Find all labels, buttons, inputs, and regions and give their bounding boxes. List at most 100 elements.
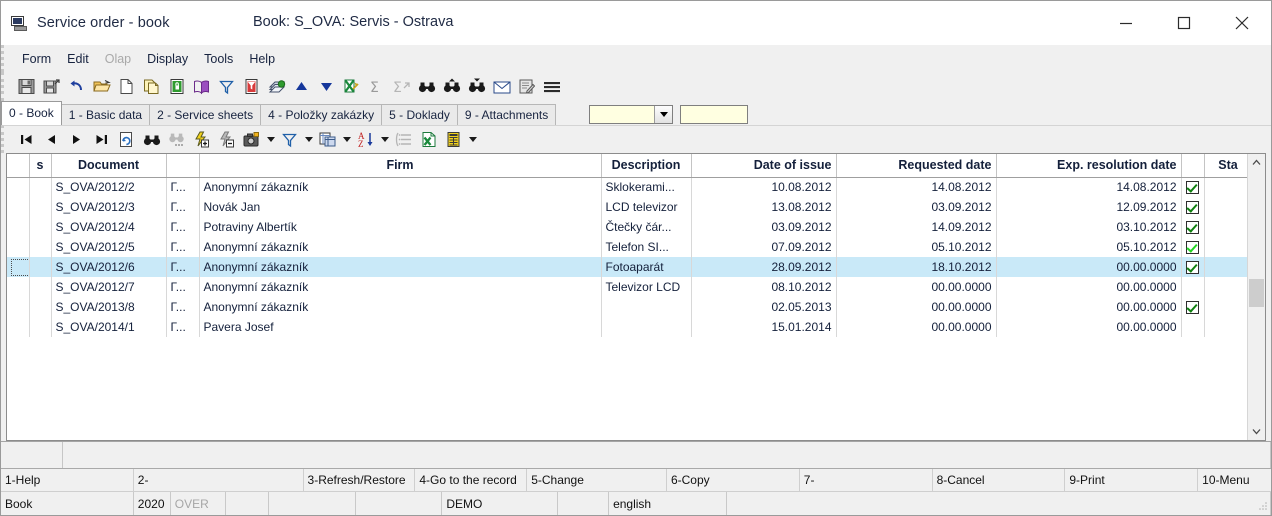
export-excel-icon[interactable] xyxy=(416,128,441,152)
column-header-description[interactable]: Description xyxy=(601,154,692,178)
snapshot-dropdown-arrow-icon[interactable] xyxy=(264,128,277,152)
function-key-2[interactable]: 2- xyxy=(134,469,304,491)
find-up-icon[interactable] xyxy=(439,75,464,99)
filter-icon[interactable] xyxy=(214,75,239,99)
tab-0-book[interactable]: 0 - Book xyxy=(1,101,62,125)
menu-lines-icon[interactable] xyxy=(539,75,564,99)
checkmark-icon[interactable] xyxy=(1186,261,1199,275)
table-row[interactable]: S_OVA/2012/6 Γ... Anonymní zákazník Fotoapa… xyxy=(7,257,1247,277)
tab-9-attachments[interactable]: 9 - Attachments xyxy=(456,104,557,125)
filter-combo[interactable] xyxy=(589,105,674,124)
table-row[interactable]: S_OVA/2013/8 Γ... Anonymní zákazník 02.05.2… xyxy=(7,297,1247,317)
sum-sigma-icon[interactable]: Σ xyxy=(364,75,389,99)
menu-item-edit[interactable]: Edit xyxy=(59,49,97,69)
checkmark-icon[interactable] xyxy=(1186,301,1199,315)
scroll-down-icon[interactable] xyxy=(1248,423,1265,440)
print-preview-icon[interactable] xyxy=(264,75,289,99)
checkmark-icon[interactable] xyxy=(1186,181,1199,195)
function-key-4-go-to-the-record[interactable]: 4-Go to the record xyxy=(415,469,528,491)
sort-az-icon[interactable]: A Z xyxy=(353,128,378,152)
menu-item-display[interactable]: Display xyxy=(139,49,196,69)
tab-4-polozky-zakazky[interactable]: 4 - Položky zakázky xyxy=(260,104,383,125)
find-next-icon[interactable] xyxy=(164,128,189,152)
mail-icon[interactable] xyxy=(489,75,514,99)
find-icon[interactable] xyxy=(139,128,164,152)
column-header-marker[interactable] xyxy=(7,154,30,178)
function-key-6-copy[interactable]: 6-Copy xyxy=(667,469,800,491)
table-row[interactable]: S_OVA/2014/1 Γ... Pavera Josef 15.01.2014 00… xyxy=(7,317,1247,337)
group-list-icon[interactable] xyxy=(391,128,416,152)
checkmark-icon[interactable] xyxy=(1186,201,1199,215)
filter-text-input[interactable] xyxy=(680,105,749,124)
delete-record-icon[interactable] xyxy=(214,128,239,152)
snapshot-icon[interactable] xyxy=(239,128,264,152)
filter-icon[interactable] xyxy=(277,128,302,152)
notes-icon[interactable] xyxy=(514,75,539,99)
menu-item-form[interactable]: Form xyxy=(14,49,59,69)
sum-filtered-icon[interactable]: Σ xyxy=(389,75,414,99)
checkmark-icon[interactable] xyxy=(1186,241,1199,255)
filter-dropdown-arrow-icon[interactable] xyxy=(302,128,315,152)
report-icon[interactable] xyxy=(441,128,466,152)
save-icon[interactable] xyxy=(14,75,39,99)
export-excel-icon[interactable] xyxy=(339,75,364,99)
open-folder-icon[interactable] xyxy=(89,75,114,99)
vertical-scrollbar[interactable] xyxy=(1247,154,1265,440)
column-header-date_of_issue[interactable]: Date of issue xyxy=(691,154,837,178)
sort-dropdown-arrow-icon[interactable] xyxy=(378,128,391,152)
function-key-3-refresh-restore[interactable]: 3-Refresh/Restore xyxy=(304,469,416,491)
filter-document-icon[interactable] xyxy=(239,75,264,99)
scroll-up-icon[interactable] xyxy=(1248,154,1265,171)
move-up-icon[interactable] xyxy=(289,75,314,99)
save-as-icon[interactable] xyxy=(39,75,64,99)
find-icon[interactable] xyxy=(414,75,439,99)
lock-icon[interactable] xyxy=(164,75,189,99)
tab-2-service-sheets[interactable]: 2 - Service sheets xyxy=(149,104,262,125)
table-row[interactable]: S_OVA/2012/3 Γ... Novák Jan LCD televizor 13… xyxy=(7,197,1247,217)
column-header-flag[interactable] xyxy=(166,154,200,178)
close-icon[interactable] xyxy=(1213,1,1271,45)
function-key-10-menu[interactable]: 10-Menu xyxy=(1198,469,1271,491)
tab-5-doklady[interactable]: 5 - Doklady xyxy=(381,104,458,125)
scrollbar-track[interactable] xyxy=(1248,171,1265,423)
find-down-icon[interactable] xyxy=(464,75,489,99)
table-row[interactable]: S_OVA/2012/7 Γ... Anonymní zákazník Televiz… xyxy=(7,277,1247,297)
last-record-icon[interactable] xyxy=(89,128,114,152)
move-down-icon[interactable] xyxy=(314,75,339,99)
maximize-icon[interactable] xyxy=(1155,1,1213,45)
column-header-exp_resolution_date[interactable]: Exp. resolution date xyxy=(996,154,1182,178)
table-row[interactable]: S_OVA/2012/5 Γ... Anonymní zákazník Telefon… xyxy=(7,237,1247,257)
column-header-check[interactable] xyxy=(1181,154,1205,178)
chevron-down-icon[interactable] xyxy=(654,106,673,123)
first-record-icon[interactable] xyxy=(14,128,39,152)
tab-1-basic-data[interactable]: 1 - Basic data xyxy=(60,104,151,125)
refresh-icon[interactable] xyxy=(114,128,139,152)
previous-record-icon[interactable] xyxy=(39,128,64,152)
undo-icon[interactable] xyxy=(64,75,89,99)
add-record-icon[interactable] xyxy=(189,128,214,152)
scrollbar-thumb[interactable] xyxy=(1249,279,1264,307)
table-row[interactable]: S_OVA/2012/4 Γ... Potraviny Albertík Čtečky… xyxy=(7,217,1247,237)
new-document-icon[interactable] xyxy=(114,75,139,99)
resize-grip[interactable] xyxy=(1256,500,1268,512)
menu-item-tools[interactable]: Tools xyxy=(196,49,241,69)
next-record-icon[interactable] xyxy=(64,128,89,152)
copy-pages-icon[interactable] xyxy=(139,75,164,99)
column-header-s[interactable]: s xyxy=(29,154,52,178)
column-header-status[interactable]: Sta xyxy=(1204,154,1247,178)
column-settings-dropdown-arrow-icon[interactable] xyxy=(340,128,353,152)
function-key-1-help[interactable]: 1-Help xyxy=(1,469,134,491)
checkmark-icon[interactable] xyxy=(1186,221,1199,235)
function-key-7[interactable]: 7- xyxy=(800,469,933,491)
function-key-5-change[interactable]: 5-Change xyxy=(527,469,667,491)
column-header-requested_date[interactable]: Requested date xyxy=(836,154,997,178)
report-dropdown-arrow-icon[interactable] xyxy=(466,128,479,152)
menu-item-help[interactable]: Help xyxy=(241,49,283,69)
book-icon[interactable] xyxy=(189,75,214,99)
column-settings-icon[interactable] xyxy=(315,128,340,152)
function-key-8-cancel[interactable]: 8-Cancel xyxy=(933,469,1066,491)
minimize-icon[interactable] xyxy=(1097,1,1155,45)
function-key-9-print[interactable]: 9-Print xyxy=(1065,469,1199,491)
column-header-document[interactable]: Document xyxy=(51,154,167,178)
table-row[interactable]: S_OVA/2012/2 Γ... Anonymní zákazník Skloker… xyxy=(7,177,1247,197)
